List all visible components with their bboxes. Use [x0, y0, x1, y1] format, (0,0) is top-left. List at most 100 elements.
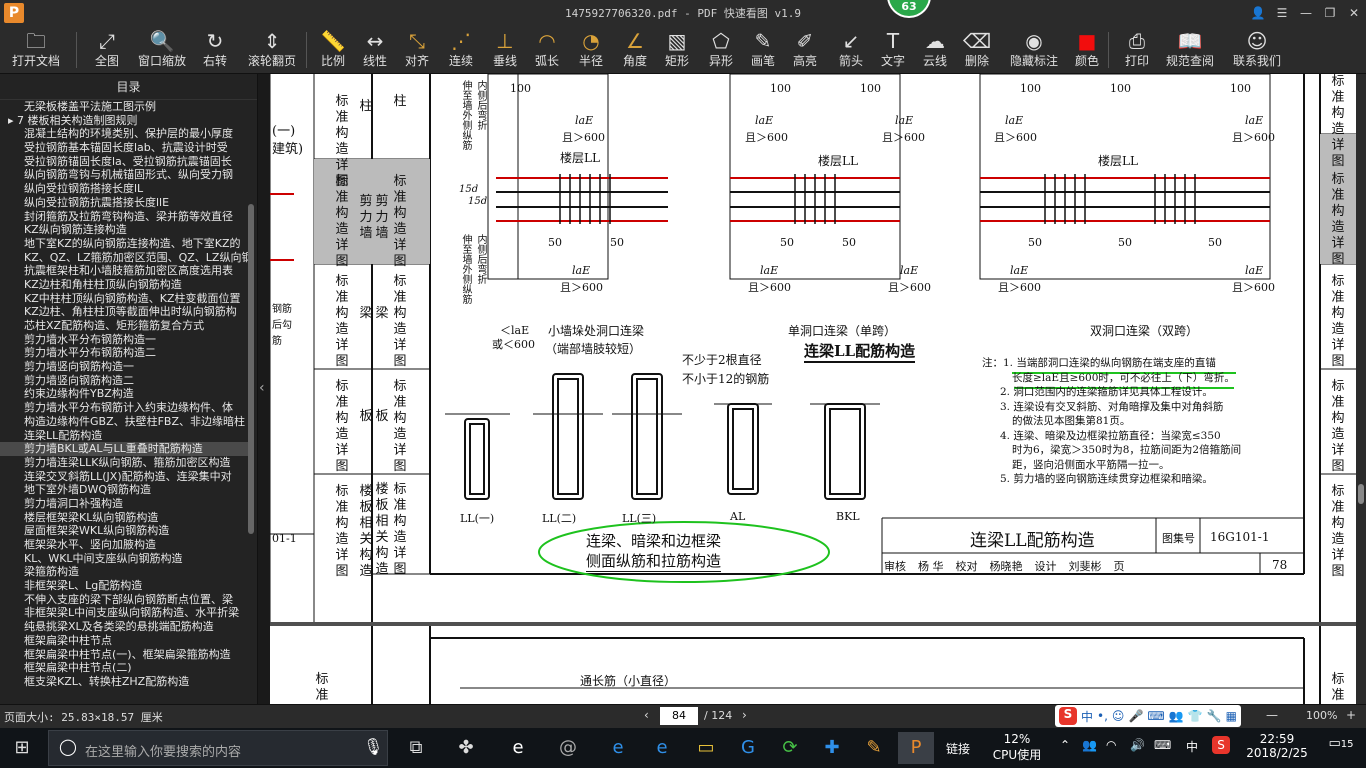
- tool-angle-button[interactable]: ∠ 角度: [618, 28, 652, 72]
- keyboard-icon[interactable]: ⌨: [1147, 709, 1164, 723]
- toc-item[interactable]: 受拉钢筋锚固长度la、受拉钢筋抗震锚固长: [0, 155, 248, 169]
- blue-plus-icon[interactable]: ✚: [814, 732, 850, 764]
- keyboard-tray-icon[interactable]: ⌨: [1154, 738, 1171, 752]
- toc-item[interactable]: 纵向受拉钢筋抗震搭接长度llE: [0, 196, 248, 210]
- toc-item[interactable]: 框支梁KZL、转换柱ZHZ配筋构造: [0, 675, 248, 689]
- toc-item[interactable]: 受拉钢筋基本锚固长度lab、抗震设计时受: [0, 141, 248, 155]
- tool-continuous-measure-button[interactable]: ⋰ 连续: [442, 28, 480, 72]
- toc-item[interactable]: KZ、QZ、LZ箍筋加密区范围、QZ、LZ纵向钢: [0, 251, 248, 265]
- vertical-scrollbar-thumb[interactable]: [1358, 484, 1364, 504]
- tool-linear-measure-button[interactable]: ↔ 线性: [358, 28, 392, 72]
- collapse-sidebar-button[interactable]: ‹: [258, 74, 270, 704]
- zoom-in-button[interactable]: +: [1346, 708, 1356, 722]
- toc-item[interactable]: 约束边缘构件YBZ构造: [0, 387, 248, 401]
- toc-item[interactable]: 楼层框架梁KL纵向钢筋构造: [0, 511, 248, 525]
- close-button[interactable]: ✕: [1344, 3, 1364, 23]
- toc-item[interactable]: 芯柱XZ配筋构造、矩形箍筋复合方式: [0, 319, 248, 333]
- ime-toolbar[interactable]: S 中 •, ☺ 🎤 ⌨ 👥 👕 🔧 ▦: [1055, 705, 1241, 727]
- taskbar-search[interactable]: ◯ 在这里输入你要搜索的内容 🎙: [48, 730, 388, 766]
- toc-item[interactable]: 梁箍筋构造: [0, 565, 248, 579]
- tool-printer-button[interactable]: ⎙ 打印: [1120, 28, 1154, 72]
- tool-highlighter-button[interactable]: ✐ 高亮: [788, 28, 822, 72]
- tool-contact-button[interactable]: ☺ 联系我们: [1228, 28, 1286, 72]
- toc-item[interactable]: KZ边柱、角柱柱顶等截面伸出时纵向钢筋构: [0, 305, 248, 319]
- tool-eraser-button[interactable]: ⌫ 删除: [960, 28, 994, 72]
- toc-item[interactable]: 地下室KZ的纵向钢筋连接构造、地下室KZ的: [0, 237, 248, 251]
- toc-item[interactable]: 剪力墙洞口补强构造: [0, 497, 248, 511]
- next-page-button[interactable]: ›: [742, 708, 747, 722]
- tool-text-button[interactable]: T 文字: [876, 28, 910, 72]
- tool-rectangle-area-button[interactable]: ▧ 矩形: [660, 28, 694, 72]
- toc-item[interactable]: 框架梁水平、竖向加腋构造: [0, 538, 248, 552]
- document-viewer[interactable]: 标准构造详图 标准构造详图 标准构造详图 标准构造详图 标准构造详图 柱 剪力墙…: [270, 74, 1356, 704]
- maximize-button[interactable]: ❐: [1320, 3, 1340, 23]
- shirt-icon[interactable]: 👕: [1188, 709, 1203, 723]
- toc-item[interactable]: 构造边缘构件GBZ、扶壁柱FBZ、非边缘暗柱: [0, 415, 248, 429]
- toc-item[interactable]: 无梁板楼盖平法施工图示例: [0, 100, 248, 114]
- toc-item[interactable]: 非框架梁L中间支座纵向钢筋构造、水平折梁: [0, 606, 248, 620]
- toc-item[interactable]: 屋面框架梁WKL纵向钢筋构造: [0, 524, 248, 538]
- toc-item[interactable]: 剪力墙竖向钢筋构造一: [0, 360, 248, 374]
- punct-icon[interactable]: •,: [1097, 709, 1108, 723]
- toc-item[interactable]: 纵向受拉钢筋搭接长度lL: [0, 182, 248, 196]
- notepad-icon[interactable]: ✎: [856, 732, 892, 764]
- tool-folder-button[interactable]: 🗀 打开文档: [6, 28, 66, 72]
- tool-arrow-button[interactable]: ↙ 箭头: [834, 28, 868, 72]
- toc-item[interactable]: 非框架梁L、Lg配筋构造: [0, 579, 248, 593]
- network-person-icon[interactable]: 👥: [1082, 738, 1097, 752]
- toc-item[interactable]: 框架扁梁中柱节点(二): [0, 661, 248, 675]
- tool-rotate-right-button[interactable]: ↻ 右转: [196, 28, 234, 72]
- toc-item[interactable]: 剪力墙竖向钢筋构造二: [0, 374, 248, 388]
- file-explorer-icon[interactable]: ▭: [688, 732, 724, 764]
- tool-mouse-wheel-button[interactable]: ⇕ 滚轮翻页: [244, 28, 300, 72]
- toc-item[interactable]: 剪力墙BKL或AL与LL重叠时配筋构造: [0, 442, 248, 456]
- toc-item[interactable]: 纵向钢筋弯钩与机械锚固形式、纵向受力钢: [0, 168, 248, 182]
- toc-item[interactable]: 连梁LL配筋构造: [0, 429, 248, 443]
- tool-cloud-line-button[interactable]: ☁ 云线: [918, 28, 952, 72]
- tray-sogou-icon[interactable]: S: [1212, 736, 1230, 754]
- tool-radius-button[interactable]: ◔ 半径: [574, 28, 608, 72]
- edge-icon[interactable]: e: [600, 732, 636, 764]
- notification-center[interactable]: ▭15: [1326, 736, 1356, 751]
- sogou-icon[interactable]: S: [1059, 707, 1077, 725]
- tool-color-swatch-button[interactable]: ■ 颜色: [1070, 28, 1104, 72]
- mic-icon[interactable]: 🎤: [1128, 709, 1143, 723]
- clock[interactable]: 22:59 2018/2/25: [1242, 732, 1312, 760]
- toc-item[interactable]: 抗震框架柱和小墙肢箍筋加密区高度选用表: [0, 264, 248, 278]
- toc-item[interactable]: 框架扁梁中柱节点(一)、框架扁梁箍筋构造: [0, 648, 248, 662]
- toc-item[interactable]: 不伸入支座的梁下部纵向钢筋断点位置、梁: [0, 593, 248, 607]
- toc-item[interactable]: KZ纵向钢筋连接构造: [0, 223, 248, 237]
- user-icon[interactable]: 👤: [1248, 3, 1268, 23]
- toc-item[interactable]: 剪力墙连梁LLK纵向钢筋、箍筋加密区构造: [0, 456, 248, 470]
- g-app-icon[interactable]: G: [730, 732, 766, 764]
- wifi-icon[interactable]: ◠: [1106, 738, 1116, 752]
- tool-polygon-area-button[interactable]: ⬠ 异形: [704, 28, 738, 72]
- wrench-icon[interactable]: 🔧: [1207, 709, 1222, 723]
- tool-arc-length-button[interactable]: ◠ 弧长: [530, 28, 564, 72]
- toc-item[interactable]: 纯悬挑梁XL及各类梁的悬挑端配筋构造: [0, 620, 248, 634]
- volume-icon[interactable]: 🔊: [1130, 738, 1145, 752]
- prev-page-button[interactable]: ‹: [644, 708, 649, 722]
- minimize-button[interactable]: —: [1296, 3, 1316, 23]
- toc-item[interactable]: 混凝土结构的环境类别、保护层的最小厚度: [0, 127, 248, 141]
- menu-icon[interactable]: ☰: [1272, 3, 1292, 23]
- tray-link[interactable]: 链接: [946, 740, 970, 757]
- pdf-viewer-icon[interactable]: P: [898, 732, 934, 764]
- microphone-icon[interactable]: 🎙: [363, 737, 383, 756]
- toc-item[interactable]: 框架扁梁中柱节点: [0, 634, 248, 648]
- tool-scale-ruler-button[interactable]: 📏 比例: [316, 28, 350, 72]
- ie-icon[interactable]: e: [644, 732, 680, 764]
- toc-item[interactable]: KZ边柱和角柱柱顶纵向钢筋构造: [0, 278, 248, 292]
- emoji-icon[interactable]: ☺: [1112, 709, 1125, 723]
- toc-item[interactable]: 连梁交叉斜筋LL(JX)配筋构造、连梁集中对: [0, 470, 248, 484]
- green-sync-icon[interactable]: ⟳: [772, 732, 808, 764]
- tool-hide-annotation-button[interactable]: ◉ 隐藏标注: [1006, 28, 1062, 72]
- tool-aligned-measure-button[interactable]: ⤡ 对齐: [400, 28, 434, 72]
- toc-item[interactable]: KZ中柱柱顶纵向钢筋构造、KZ柱变截面位置: [0, 292, 248, 306]
- tray-chevron-icon[interactable]: ⌃: [1060, 738, 1070, 752]
- toc-item[interactable]: 地下室外墙DWQ钢筋构造: [0, 483, 248, 497]
- windows-start-icon[interactable]: ⊞: [4, 732, 40, 764]
- task-view-icon[interactable]: ⧉: [398, 732, 434, 764]
- toc-item[interactable]: ▸ 7 楼板相关构造制图规则: [0, 114, 248, 128]
- tool-fit-all-button[interactable]: ⤢ 全图: [88, 28, 126, 72]
